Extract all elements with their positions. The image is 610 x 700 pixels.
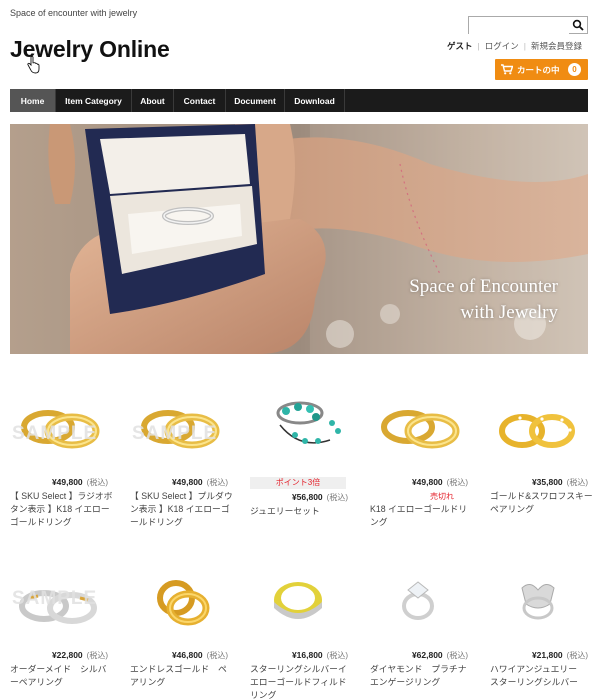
nav-contact[interactable]: Contact xyxy=(174,89,226,112)
product-price: ¥49,800 (税込) xyxy=(370,477,480,488)
cart-label: カートの中 xyxy=(517,64,560,75)
product-card[interactable]: ¥35,800 (税込) ゴールド&スワロフスキーペアリング xyxy=(490,395,600,516)
hero-caption-line2: with Jewelry xyxy=(460,302,558,323)
product-price: ¥49,800 (税込) xyxy=(10,477,120,488)
diamond-ring-image xyxy=(402,581,434,620)
swarovski-pair-rings-image xyxy=(499,414,575,448)
tax-label: (税込) xyxy=(86,651,108,660)
tax-label: (税込) xyxy=(206,478,228,487)
tax-label: (税込) xyxy=(206,651,228,660)
site-tagline: Space of encounter with jewelry xyxy=(10,8,138,18)
tax-label: (税込) xyxy=(326,651,348,660)
jewelry-set-image xyxy=(276,401,341,444)
hero-banner[interactable]: Space of Encounter with Jewelry xyxy=(10,124,588,354)
nav-item-category[interactable]: Item Category xyxy=(56,89,132,112)
product-price: ¥56,800 (税込) xyxy=(250,492,360,503)
register-link[interactable]: 新規会員登録 xyxy=(531,41,582,51)
cart-button[interactable]: カートの中 0 xyxy=(495,59,588,80)
tax-label: (税込) xyxy=(326,493,348,502)
product-image[interactable] xyxy=(370,395,480,473)
product-image[interactable] xyxy=(490,395,600,473)
product-price: ¥35,800 (税込) xyxy=(490,477,600,488)
price-value: ¥35,800 xyxy=(531,477,563,487)
product-price: ¥46,800 (税込) xyxy=(130,650,240,661)
search-input[interactable] xyxy=(469,19,569,35)
product-name-link[interactable]: オーダーメイド シルバーペアリング xyxy=(10,663,114,689)
tax-label: (税込) xyxy=(86,478,108,487)
product-name-link[interactable]: ジュエリーセット xyxy=(250,505,354,518)
cart-count-badge: 0 xyxy=(568,63,581,76)
product-name-link[interactable]: スターリングシルバーイエローゴールドフィルドリング xyxy=(250,663,354,700)
price-value: ¥49,800 xyxy=(171,477,203,487)
product-name-link[interactable]: ダイヤモンド プラチナエンゲージリング xyxy=(370,663,474,689)
nav-download[interactable]: Download xyxy=(285,89,345,112)
product-image[interactable] xyxy=(370,568,480,646)
hand-cursor-icon xyxy=(27,56,40,74)
price-value: ¥62,800 xyxy=(411,650,443,660)
product-image[interactable]: SAMPLE xyxy=(10,395,120,473)
cart-icon xyxy=(501,64,513,75)
product-card[interactable]: ¥49,800 (税込) 売切れ K18 イエローゴールドリング xyxy=(370,395,480,529)
sample-watermark: SAMPLE xyxy=(12,423,98,444)
sample-watermark: SAMPLE xyxy=(132,423,218,444)
product-price: ¥62,800 (税込) xyxy=(370,650,480,661)
price-value: ¥16,800 xyxy=(291,650,323,660)
product-name-link[interactable]: ハワイアンジュエリー スターリングシルバー xyxy=(490,663,594,689)
points-badge: ポイント3倍 xyxy=(250,477,346,489)
sold-out-label: 売切れ xyxy=(430,492,454,501)
gold-pair-rings-image xyxy=(157,580,210,626)
gold-pair-rings-image xyxy=(381,410,460,449)
price-value: ¥49,800 xyxy=(51,477,83,487)
search-icon[interactable] xyxy=(572,19,584,31)
product-name-link[interactable]: K18 イエローゴールドリング xyxy=(370,503,474,529)
yellow-gold-filled-ring-image xyxy=(274,582,322,619)
nav-home[interactable]: Home xyxy=(10,89,56,112)
product-card[interactable]: ¥21,800 (税込) ハワイアンジュエリー スターリングシルバー xyxy=(490,568,600,689)
product-price: ¥16,800 (税込) xyxy=(250,650,360,661)
product-card[interactable]: SAMPLE ¥22,800 (税込) オーダーメイド シルバーペアリング xyxy=(10,568,120,689)
user-links: ゲスト | ログイン | 新規会員登録 xyxy=(447,40,582,52)
product-card[interactable]: ¥62,800 (税込) ダイヤモンド プラチナエンゲージリング xyxy=(370,568,480,689)
product-card[interactable]: ¥16,800 (税込) スターリングシルバーイエローゴールドフィルドリング xyxy=(250,568,360,700)
product-image[interactable] xyxy=(250,395,360,475)
tax-label: (税込) xyxy=(446,651,468,660)
product-price: ¥49,800 (税込) xyxy=(130,477,240,488)
product-card[interactable]: SAMPLE ¥49,800 (税込) 【 SKU Select 】プルダウン表示… xyxy=(130,395,240,529)
price-value: ¥56,800 xyxy=(291,492,323,502)
main-navigation: Home Item Category About Contact Documen… xyxy=(10,89,588,112)
product-image[interactable]: SAMPLE xyxy=(130,395,240,473)
nav-about[interactable]: About xyxy=(132,89,174,112)
price-value: ¥22,800 xyxy=(51,650,83,660)
product-card[interactable]: ¥46,800 (税込) エンドレスゴールド ペアリング xyxy=(130,568,240,689)
product-name-link[interactable]: 【 SKU Select 】ラジオボタン表示 】K18 イエローゴールドリング xyxy=(10,490,114,529)
product-image[interactable]: SAMPLE xyxy=(10,568,120,646)
price-value: ¥21,800 xyxy=(531,650,563,660)
product-name-link[interactable]: ゴールド&スワロフスキーペアリング xyxy=(490,490,594,516)
divider: | xyxy=(523,41,526,51)
search-box xyxy=(468,16,588,35)
product-image[interactable] xyxy=(490,568,600,646)
tax-label: (税込) xyxy=(566,651,588,660)
guest-label: ゲスト xyxy=(447,41,473,51)
tax-label: (税込) xyxy=(566,478,588,487)
product-image[interactable] xyxy=(250,568,360,646)
sample-watermark: SAMPLE xyxy=(12,588,98,609)
hero-caption-line1: Space of Encounter xyxy=(409,276,558,297)
tax-label: (税込) xyxy=(446,478,468,487)
product-card[interactable]: SAMPLE ¥49,800 (税込) 【 SKU Select 】ラジオボタン表… xyxy=(10,395,120,529)
product-price: ¥22,800 (税込) xyxy=(10,650,120,661)
product-price: ¥21,800 (税込) xyxy=(490,650,600,661)
divider: | xyxy=(477,41,480,51)
nav-document[interactable]: Document xyxy=(226,89,285,112)
hawaiian-silver-ring-image xyxy=(521,584,555,620)
price-value: ¥46,800 xyxy=(171,650,203,660)
product-name-link[interactable]: エンドレスゴールド ペアリング xyxy=(130,663,234,689)
hero-caption: Space of Encounter with Jewelry xyxy=(409,274,558,326)
product-card[interactable]: ポイント3倍 ¥56,800 (税込) ジュエリーセット xyxy=(250,395,360,518)
product-image[interactable] xyxy=(130,568,240,646)
login-link[interactable]: ログイン xyxy=(485,41,519,51)
price-value: ¥49,800 xyxy=(411,477,443,487)
product-name-link[interactable]: 【 SKU Select 】プルダウン表示 】K18 イエローゴールドリング xyxy=(130,490,234,529)
